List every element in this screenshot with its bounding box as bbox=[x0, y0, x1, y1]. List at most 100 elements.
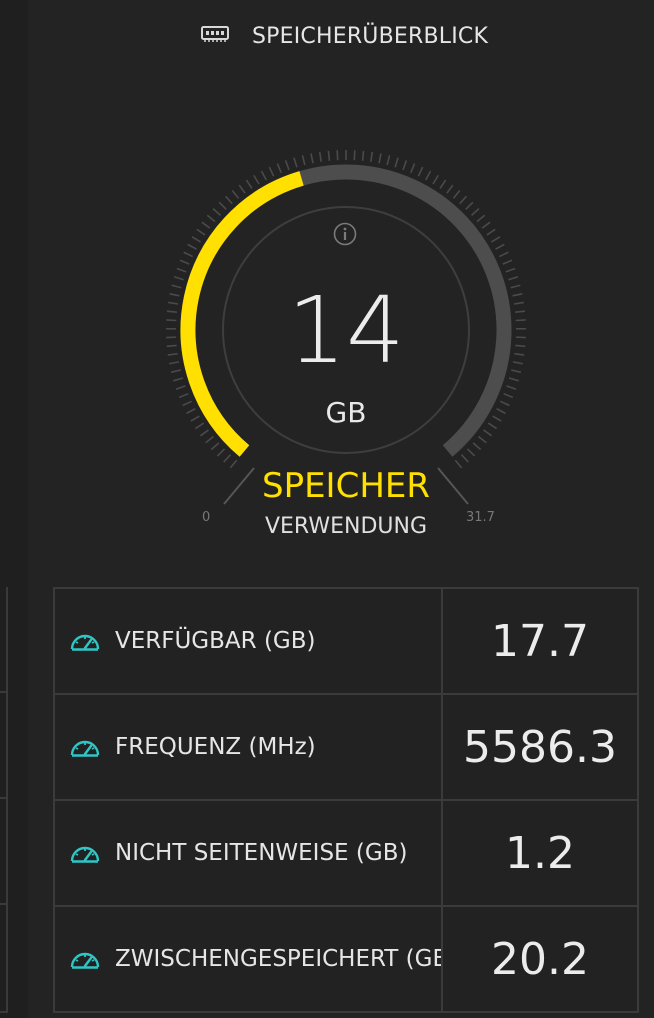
gauge-tick bbox=[417, 166, 424, 177]
stat-label: VERFÜGBAR (GB) bbox=[115, 628, 316, 654]
gauge-tick bbox=[175, 385, 186, 390]
gauge-tick bbox=[201, 221, 211, 229]
gauge-tick bbox=[196, 228, 206, 236]
gauge-tick bbox=[495, 243, 505, 250]
gauge-tick bbox=[253, 174, 260, 185]
gauge-tick bbox=[492, 415, 502, 422]
gauge-tick bbox=[465, 201, 474, 210]
gauge-tick bbox=[487, 422, 498, 430]
panel-title: SPEICHERÜBERBLICK bbox=[252, 23, 489, 49]
gauge-tick bbox=[386, 155, 391, 166]
gauge-tick bbox=[410, 163, 416, 174]
memory-module-icon bbox=[200, 24, 232, 48]
gauge-tick bbox=[224, 195, 233, 205]
gauge-tick bbox=[506, 385, 517, 390]
gauge-tick bbox=[490, 236, 501, 243]
gauge-tick bbox=[466, 448, 476, 457]
gauge-tick bbox=[186, 408, 196, 415]
speedometer-icon bbox=[69, 947, 101, 971]
left-panel-cell bbox=[0, 905, 8, 1013]
stat-label: ZWISCHENGESPEICHERT (GB) bbox=[115, 946, 443, 972]
gauge-tick bbox=[284, 160, 290, 171]
gauge-tick bbox=[508, 276, 519, 281]
left-panel-edge bbox=[0, 0, 28, 1018]
stat-row-available: VERFÜGBAR (GB) 17.7 bbox=[53, 587, 639, 693]
gauge-tick bbox=[245, 179, 253, 189]
gauge-tick bbox=[171, 284, 182, 289]
gauge-tick bbox=[169, 361, 180, 365]
gauge-tick bbox=[191, 236, 202, 243]
gauge-tick bbox=[512, 293, 523, 297]
gauge-tick bbox=[166, 310, 178, 314]
gauge-max-label: 31.7 bbox=[466, 510, 495, 525]
gauge-min-label: 0 bbox=[202, 510, 211, 525]
gauge-tick bbox=[205, 435, 215, 444]
gauge-tick bbox=[511, 369, 522, 374]
stat-label-cell: NICHT SEITENWEISE (GB) bbox=[55, 801, 443, 905]
gauge-tick bbox=[483, 429, 493, 437]
gauge-tick bbox=[190, 415, 200, 422]
gauge-tick bbox=[394, 157, 399, 168]
stat-value: 20.2 bbox=[491, 933, 589, 985]
gauge-tick bbox=[512, 361, 523, 365]
gauge-value: 14 bbox=[287, 277, 405, 384]
gauge-sublabel: VERWENDUNG bbox=[264, 514, 427, 539]
gauge-tick bbox=[439, 179, 447, 189]
gauge-tick bbox=[179, 259, 190, 265]
gauge-tick bbox=[327, 150, 331, 161]
gauge-tick bbox=[486, 228, 496, 236]
memory-stats-table: VERFÜGBAR (GB) 17.7 FREQUENZ (MHz) 5586.… bbox=[53, 587, 639, 1013]
left-panel-cell bbox=[0, 693, 8, 799]
stat-row-frequency: FREQUENZ (MHz) 5586.3 bbox=[53, 693, 639, 799]
gauge-tick bbox=[199, 429, 209, 437]
left-panel-cell bbox=[0, 587, 8, 693]
stat-label: FREQUENZ (MHz) bbox=[115, 734, 316, 760]
gauge-tick bbox=[515, 319, 526, 322]
gauge-tick bbox=[301, 155, 306, 166]
gauge-tick bbox=[210, 442, 220, 451]
gauge-tick bbox=[173, 276, 184, 281]
gauge-tick bbox=[178, 392, 189, 399]
left-panel-cell bbox=[0, 799, 8, 905]
gauge-tick bbox=[432, 174, 439, 185]
speedometer-icon bbox=[69, 629, 101, 653]
gauge-tick bbox=[502, 259, 513, 265]
info-icon[interactable] bbox=[333, 222, 357, 246]
stat-label-cell: FREQUENZ (MHz) bbox=[55, 695, 443, 799]
gauge-tick bbox=[276, 163, 282, 174]
gauge-tick bbox=[508, 377, 519, 382]
gauge-tick bbox=[167, 301, 179, 305]
panel-header: SPEICHERÜBERBLICK bbox=[200, 18, 488, 54]
stat-value: 5586.3 bbox=[463, 721, 617, 773]
gauge-tick bbox=[223, 454, 232, 463]
gauge-tick bbox=[370, 151, 374, 162]
gauge-tick bbox=[452, 190, 461, 199]
gauge-tick bbox=[268, 166, 275, 177]
gauge-tick bbox=[260, 170, 267, 181]
gauge-tick bbox=[514, 310, 526, 314]
gauge-tick bbox=[460, 454, 469, 463]
stat-row-cached: ZWISCHENGESPEICHERT (GB) 20.2 bbox=[53, 905, 639, 1013]
gauge-tick bbox=[187, 243, 197, 250]
gauge-tick bbox=[216, 448, 226, 457]
stat-row-non-paged: NICHT SEITENWEISE (GB) 1.2 bbox=[53, 799, 639, 905]
gauge-tick bbox=[361, 150, 365, 161]
gauge-tick bbox=[514, 352, 525, 356]
stat-value: 17.7 bbox=[491, 615, 589, 667]
gauge-tick bbox=[231, 190, 240, 199]
gauge-tick bbox=[505, 267, 516, 273]
gauge-tick bbox=[167, 352, 178, 356]
gauge-tick bbox=[293, 157, 298, 168]
gauge-tick bbox=[477, 435, 487, 444]
gauge-tick bbox=[170, 369, 181, 374]
gauge-tick bbox=[173, 377, 184, 382]
gauge-tick bbox=[378, 153, 382, 164]
gauge-tick bbox=[472, 442, 482, 451]
gauge-tick bbox=[194, 422, 205, 430]
gauge-unit: GB bbox=[325, 396, 367, 429]
gauge-tick bbox=[446, 184, 454, 194]
stat-label: NICHT SEITENWEISE (GB) bbox=[115, 840, 408, 866]
gauge-tick bbox=[183, 251, 194, 258]
stat-label-cell: VERFÜGBAR (GB) bbox=[55, 589, 443, 693]
gauge-tick bbox=[402, 160, 408, 171]
